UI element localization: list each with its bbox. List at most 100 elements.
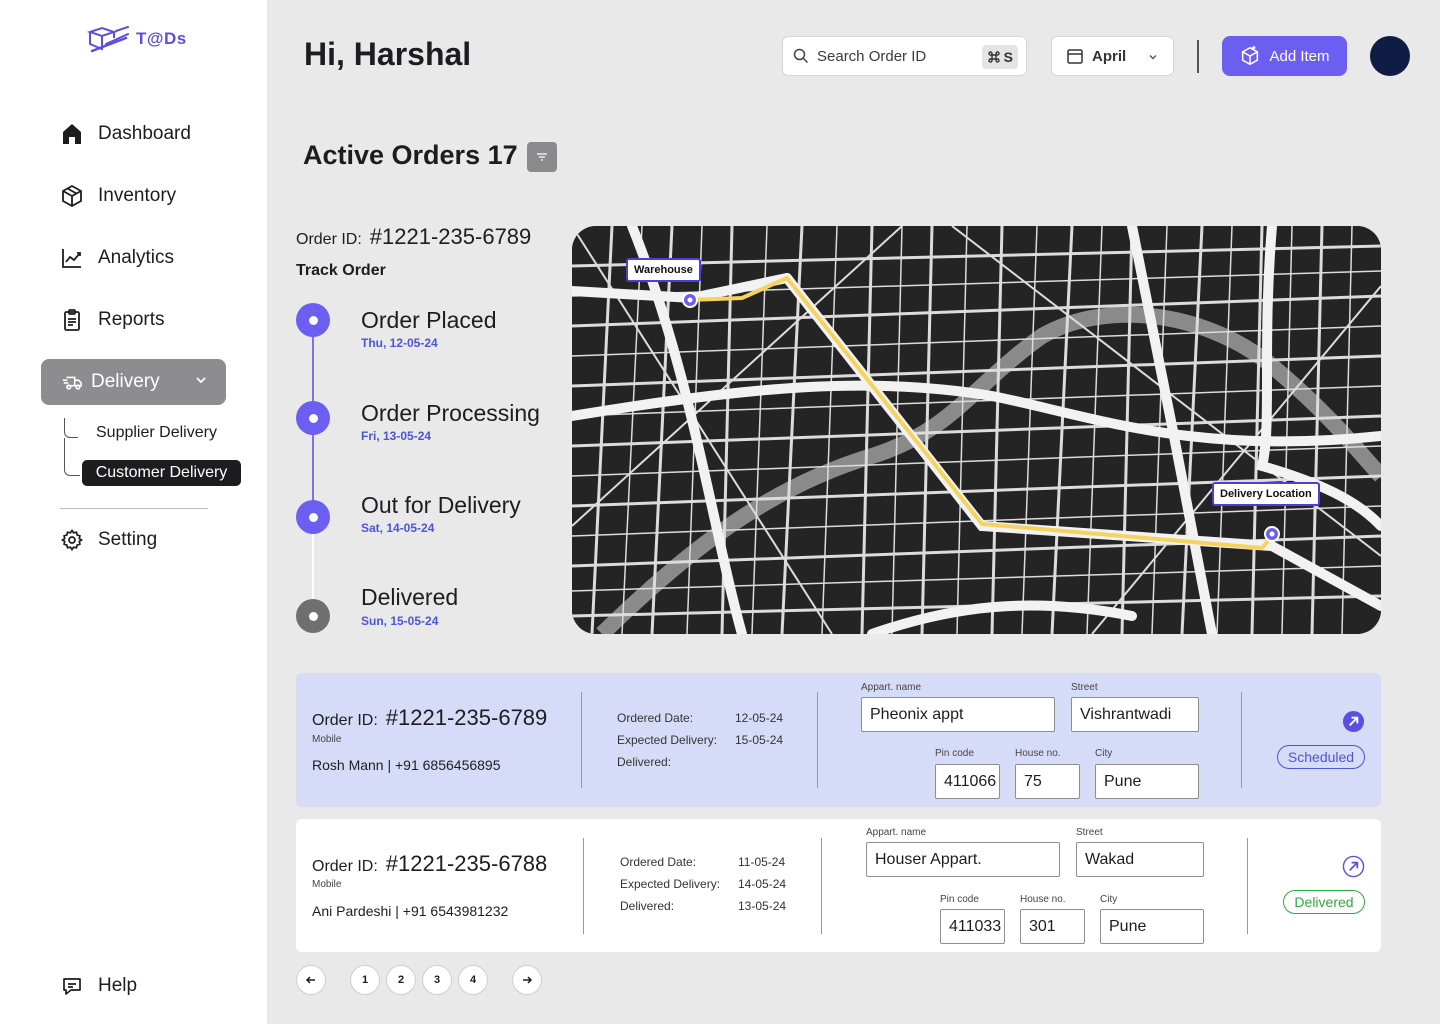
step-label: Delivered [361, 584, 459, 610]
delivery-map[interactable]: Warehouse Delivery Location [572, 226, 1381, 634]
card-divider [1247, 838, 1248, 934]
order-card[interactable]: Order ID: #1221-235-6788 Mobile Ani Pard… [296, 819, 1381, 952]
sidebar: T@Ds Dashboard Inventory Analytics Repor… [0, 0, 267, 1024]
open-external-icon[interactable] [1342, 855, 1365, 878]
city-label: City [1095, 748, 1113, 759]
order-id-label: Order ID: [312, 858, 378, 875]
sidebar-item-delivery[interactable]: Delivery [41, 359, 226, 405]
street-label: Street [1076, 827, 1103, 838]
street-field[interactable]: Wakad [1076, 842, 1204, 877]
step-label: Order Placed [361, 307, 497, 333]
track-order-id: Order ID: #1221-235-6789 [296, 224, 531, 250]
sidebar-item-label: Delivery [91, 371, 160, 392]
pin-code-field[interactable]: 411066 [935, 764, 1000, 799]
sidebar-item-help[interactable]: Help [60, 974, 137, 998]
sidebar-item-label: Help [98, 975, 138, 996]
order-id-value: #1221-235-6788 [385, 851, 548, 876]
ordered-date-label: Ordered Date: [617, 711, 694, 725]
pagination-page-1[interactable]: 1 [350, 965, 380, 995]
step-date: Sat, 14-05-24 [361, 521, 435, 535]
step-label: Order Processing [361, 400, 540, 426]
pagination-next-button[interactable] [512, 965, 542, 995]
clipboard-icon [64, 309, 80, 331]
header-divider [1197, 40, 1199, 73]
appart-name-field[interactable]: Pheonix appt [861, 697, 1055, 732]
brand-logo[interactable]: T@Ds [86, 24, 187, 54]
street-field[interactable]: Vishrantwadi [1071, 697, 1199, 732]
chevron-down-icon [196, 377, 206, 384]
sidebar-item-analytics[interactable]: Analytics [60, 246, 174, 270]
card-divider [1241, 692, 1242, 788]
truck-icon [62, 376, 82, 390]
active-orders-title: Active Orders 17 [303, 140, 518, 170]
customer-contact: Ani Pardeshi | +91 6543981232 [312, 903, 509, 919]
search-icon [793, 48, 809, 64]
sidebar-item-inventory[interactable]: Inventory [60, 184, 176, 208]
sidebar-subitem-customer-delivery[interactable]: Customer Delivery [82, 460, 241, 486]
order-id-value: #1221-235-6789 [385, 705, 548, 730]
status-badge: Delivered [1283, 890, 1365, 914]
card-divider [817, 692, 818, 788]
chat-bubble-icon [63, 978, 81, 995]
sidebar-item-dashboard[interactable]: Dashboard [60, 122, 191, 146]
sidebar-item-label: Reports [98, 309, 165, 330]
pagination-page-3[interactable]: 3 [422, 965, 452, 995]
mobile-label: Mobile [312, 734, 342, 745]
order-dates: Ordered Date: 12-05-24 Expected Delivery:… [617, 707, 783, 773]
appart-name-label: Appart. name [861, 682, 922, 693]
city-label: City [1100, 894, 1118, 905]
house-no-field[interactable]: 301 [1020, 909, 1085, 944]
sidebar-item-label: Inventory [98, 185, 177, 206]
logo-box-icon [86, 26, 129, 53]
sidebar-item-label: Analytics [98, 247, 175, 268]
month-select[interactable]: April [1051, 36, 1174, 76]
keyboard-shortcut-badge: S [981, 45, 1018, 69]
shortcut-key: S [1003, 49, 1013, 65]
avatar[interactable] [1370, 36, 1410, 76]
arrow-left-icon [305, 976, 315, 984]
order-card[interactable]: Order ID: #1221-235-6789 Mobile Rosh Man… [296, 673, 1381, 807]
map-label-delivery-location: Delivery Location [1212, 482, 1320, 506]
home-icon [63, 124, 81, 144]
tree-connector [64, 418, 78, 438]
pagination-page-2[interactable]: 2 [386, 965, 416, 995]
ordered-date-value: 12-05-24 [735, 711, 784, 725]
house-no-label: House no. [1020, 894, 1066, 905]
step-date: Thu, 12-05-24 [361, 336, 438, 350]
customer-contact: Rosh Mann | +91 6856456895 [312, 757, 501, 773]
pagination-page-4[interactable]: 4 [458, 965, 488, 995]
card-divider [581, 692, 582, 788]
calendar-icon [1067, 49, 1083, 64]
sidebar-item-setting[interactable]: Setting [60, 528, 157, 552]
expected-delivery-value: 15-05-24 [735, 733, 784, 747]
city-field[interactable]: Pune [1095, 764, 1199, 799]
appart-name-field[interactable]: Houser Appart. [866, 842, 1060, 877]
search-box[interactable]: S [782, 36, 1027, 76]
sidebar-subitem-supplier-delivery[interactable]: Supplier Delivery [96, 424, 217, 442]
map-streets [572, 226, 1381, 634]
box-plus-icon [1242, 45, 1259, 66]
track-order-title: Track Order [296, 262, 386, 279]
order-id-value: #1221-235-6789 [369, 224, 532, 249]
step-marker-out-for-delivery [296, 500, 330, 534]
delivered-label: Delivered: [620, 899, 675, 913]
house-no-field[interactable]: 75 [1015, 764, 1080, 799]
card-divider [821, 838, 822, 934]
house-no-label: House no. [1015, 748, 1061, 759]
expected-delivery-value: 14-05-24 [738, 877, 787, 891]
search-input[interactable] [817, 47, 977, 65]
open-external-icon[interactable] [1342, 710, 1365, 733]
pagination-prev-button[interactable] [296, 965, 326, 995]
step-marker-processing [296, 401, 330, 435]
sidebar-item-reports[interactable]: Reports [60, 308, 165, 332]
filter-button[interactable] [527, 142, 557, 172]
chart-line-icon [62, 249, 81, 268]
mobile-label: Mobile [312, 879, 342, 890]
box-icon [62, 184, 82, 208]
city-field[interactable]: Pune [1100, 909, 1204, 944]
add-item-button[interactable]: Add Item [1222, 36, 1347, 76]
sidebar-item-label: Dashboard [98, 123, 191, 144]
pin-code-field[interactable]: 411033 [940, 909, 1005, 944]
order-id: Order ID: #1221-235-6789 [312, 705, 547, 731]
step-marker-delivered [296, 599, 330, 633]
